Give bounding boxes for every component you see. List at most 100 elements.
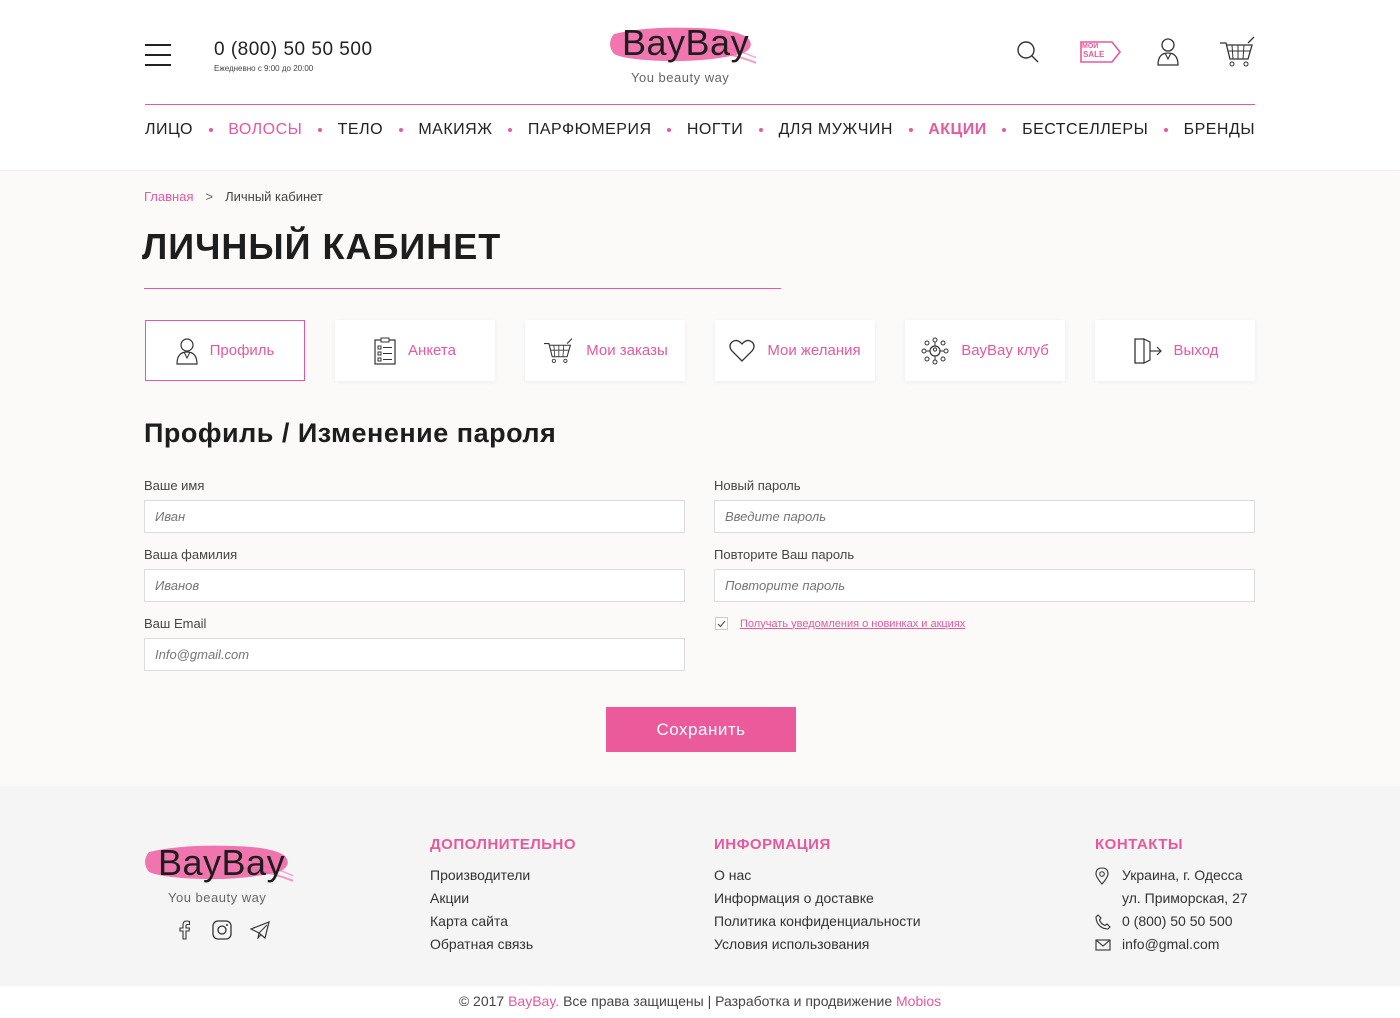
sale-badge-top: МОЙ [1082, 41, 1098, 50]
tab-questionnaire[interactable]: Анкета [335, 320, 495, 381]
contact-email-value[interactable]: info@gmal.com [1122, 933, 1219, 956]
tab-label: Профиль [209, 342, 275, 359]
main-nav: ЛИЦО ВОЛОСЫ ТЕЛО МАКИЯЖ ПАРФЮМЕРИЯ НОГТИ… [145, 104, 1255, 139]
first-name-label: Ваше имя [144, 478, 205, 493]
footer-col-title: ДОПОЛНИТЕЛЬНО [430, 836, 577, 853]
nav-separator [1002, 128, 1007, 132]
cart-icon [542, 337, 574, 365]
subscribe-row[interactable]: Получать уведомления о новинках и акциях [715, 617, 965, 630]
breadcrumb: Главная > Личный кабинет [144, 189, 323, 204]
title-divider [144, 288, 781, 289]
nav-separator [317, 128, 322, 132]
footer-col-contacts: КОНТАКТЫ Украина, г. Одесса ул. Приморск… [1095, 836, 1248, 956]
repeat-password-input[interactable] [714, 569, 1255, 602]
user-icon[interactable] [1156, 34, 1180, 70]
tab-label: Анкета [408, 342, 456, 359]
subscribe-checkbox[interactable] [715, 617, 728, 630]
breadcrumb-home[interactable]: Главная [144, 189, 193, 204]
nav-item-brands[interactable]: БРЕНДЫ [1184, 121, 1255, 139]
copyright-text: Все права защищены | Разработка и продви… [563, 993, 893, 1009]
nav-item-makeup[interactable]: МАКИЯЖ [418, 121, 492, 139]
email-field: Ваш Email [144, 616, 685, 671]
footer-link[interactable]: Акции [430, 887, 576, 910]
contact-address-line1: Украина, г. Одесса [1122, 867, 1243, 883]
menu-icon[interactable] [145, 44, 171, 66]
footer-col-extra: ДОПОЛНИТЕЛЬНО Производители Акции Карта … [430, 836, 576, 956]
tab-wishlist[interactable]: Мои желания [715, 320, 875, 381]
contact-phone[interactable]: 0 (800) 50 50 500 [1095, 910, 1248, 933]
telegram-icon[interactable] [250, 920, 270, 940]
search-icon[interactable] [1014, 34, 1042, 70]
page-title: ЛИЧНЫЙ КАБИНЕТ [142, 226, 502, 267]
footer-link[interactable]: Условия использования [714, 933, 921, 956]
contact-phone-value[interactable]: 0 (800) 50 50 500 [1122, 910, 1233, 933]
cart-icon[interactable] [1218, 34, 1256, 70]
check-icon [717, 620, 726, 627]
tab-label: Мои желания [767, 342, 861, 359]
tab-club[interactable]: BayBay клуб [905, 320, 1065, 381]
footer-col-title: ИНФОРМАЦИЯ [714, 836, 831, 853]
subscribe-label[interactable]: Получать уведомления о новинках и акциях [740, 618, 965, 630]
last-name-field: Ваша фамилия [144, 547, 685, 602]
nav-item-hair[interactable]: ВОЛОСЫ [228, 121, 302, 139]
breadcrumb-current: Личный кабинет [225, 189, 323, 204]
logo-brand: BayBay [622, 22, 750, 63]
nav-item-perfume[interactable]: ПАРФЮМЕРИЯ [528, 121, 652, 139]
tab-orders[interactable]: Мои заказы [525, 320, 685, 381]
save-button[interactable]: Сохранить [606, 707, 796, 752]
nav-item-men[interactable]: ДЛЯ МУЖЧИН [779, 121, 893, 139]
instagram-icon[interactable] [212, 920, 232, 940]
copyright-prefix: © 2017 [458, 993, 505, 1009]
nav-item-nails[interactable]: НОГТИ [687, 121, 743, 139]
email-input[interactable] [144, 638, 685, 671]
questionnaire-icon [374, 337, 396, 365]
footer-col-info: ИНФОРМАЦИЯ О нас Информация о доставке П… [714, 836, 921, 956]
footer-link[interactable]: Производители [430, 864, 576, 887]
footer-col-title: КОНТАКТЫ [1095, 836, 1184, 853]
nav-item-face[interactable]: ЛИЦО [145, 121, 193, 139]
breadcrumb-separator: > [205, 189, 214, 204]
nav-separator [398, 128, 403, 132]
sale-tag-icon[interactable]: МОЙ SALE [1078, 34, 1122, 70]
footer-link[interactable]: О нас [714, 864, 921, 887]
email-label: Ваш Email [144, 616, 207, 631]
footer-link[interactable]: Карта сайта [430, 910, 576, 933]
footer-link[interactable]: Обратная связь [430, 933, 576, 956]
nav-separator [758, 128, 763, 132]
last-name-input[interactable] [144, 569, 685, 602]
facebook-icon[interactable] [174, 920, 194, 940]
nav-item-body[interactable]: ТЕЛО [338, 121, 383, 139]
nav-separator [908, 128, 913, 132]
tab-profile[interactable]: Профиль [145, 320, 305, 381]
last-name-label: Ваша фамилия [144, 547, 238, 562]
phone-icon [1095, 913, 1122, 930]
footer-logo-tagline: You beauty way [168, 890, 267, 905]
heart-icon [729, 339, 755, 363]
first-name-input[interactable] [144, 500, 685, 533]
tab-label: Мои заказы [586, 342, 668, 359]
sale-badge-bottom: SALE [1083, 50, 1105, 59]
repeat-password-field: Повторите Ваш пароль [714, 547, 1255, 602]
logo-tagline: You beauty way [631, 70, 730, 85]
nav-separator [208, 128, 213, 132]
footer-logo[interactable]: BayBay You beauty way [143, 838, 313, 908]
repeat-password-label: Повторите Ваш пароль [714, 547, 855, 562]
nav-item-sales[interactable]: АКЦИИ [928, 121, 987, 139]
header-phone-block: 0 (800) 50 50 500 Ежедневно с 9:00 до 20… [214, 39, 373, 73]
account-tabs: Профиль Анкета Мои заказы Мои желания Ba… [145, 320, 1255, 381]
logout-icon [1132, 337, 1162, 365]
new-password-input[interactable] [714, 500, 1255, 533]
nav-item-bestsellers[interactable]: БЕСТСЕЛЛЕРЫ [1022, 121, 1148, 139]
copyright-brand-link[interactable]: BayBay. [508, 993, 559, 1009]
footer-link[interactable]: Информация о доставке [714, 887, 921, 910]
header-phone[interactable]: 0 (800) 50 50 500 [214, 39, 373, 61]
tab-label: BayBay клуб [961, 342, 1049, 359]
header-hours: Ежедневно с 9:00 до 20:00 [214, 64, 314, 73]
copyright-bar: © 2017 BayBay. Все права защищены | Разр… [0, 986, 1400, 1018]
footer-link[interactable]: Политика конфиденциальности [714, 910, 921, 933]
tab-logout[interactable]: Выход [1095, 320, 1255, 381]
developer-link[interactable]: Mobios [896, 993, 941, 1009]
site-logo[interactable]: BayBay You beauty way [606, 20, 766, 90]
site-footer: BayBay You beauty way ДОПОЛНИТЕЛЬНО Прои… [0, 786, 1400, 986]
contact-email[interactable]: info@gmal.com [1095, 933, 1248, 956]
